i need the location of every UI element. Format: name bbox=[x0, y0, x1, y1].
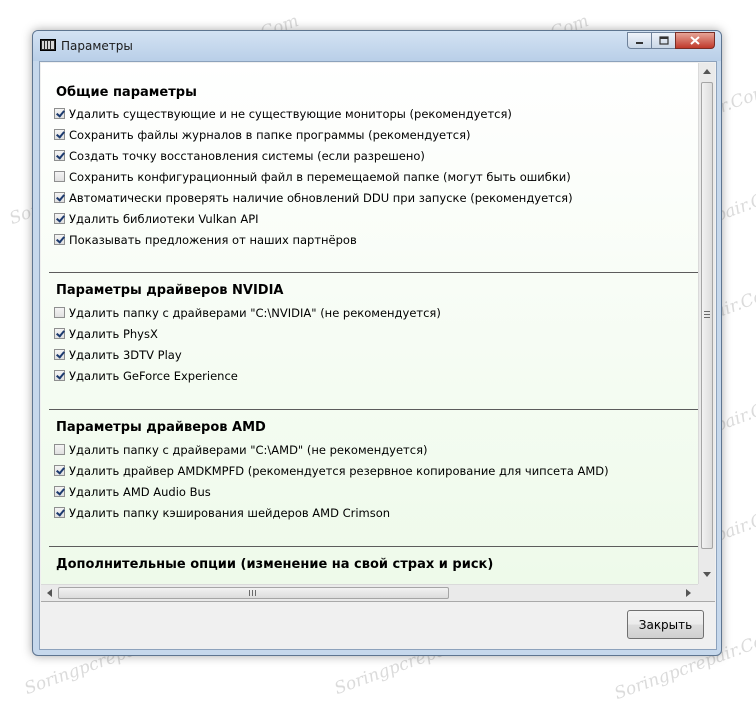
checkbox-box[interactable] bbox=[54, 171, 65, 182]
scroll-up-icon[interactable] bbox=[703, 69, 711, 74]
section-divider bbox=[49, 272, 698, 273]
options-content: Общие параметры Удалить существующие и н… bbox=[41, 63, 698, 584]
client-area: Общие параметры Удалить существующие и н… bbox=[39, 61, 717, 650]
checkbox-show-offers[interactable]: Показывать предложения от наших партнёро… bbox=[54, 231, 357, 248]
checkbox-label: Удалить 3DTV Play bbox=[69, 347, 182, 362]
checkbox-label: Удалить драйвер AMDKMPFD (рекомендуется … bbox=[69, 463, 609, 478]
checkbox-label: Удалить существующие и не существующие м… bbox=[69, 106, 512, 121]
scrollbar-corner bbox=[698, 584, 715, 601]
checkbox-label: Удалить папку с драйверами "C:\NVIDIA" (… bbox=[69, 305, 441, 320]
close-icon bbox=[690, 36, 700, 45]
section-title-nvidia: Параметры драйверов NVIDIA bbox=[56, 283, 284, 298]
checkbox-label: Удалить AMD Audio Bus bbox=[69, 484, 211, 499]
checkbox-save-logs[interactable]: Сохранить файлы журналов в папке програм… bbox=[54, 126, 471, 143]
checkbox-label: Удалить папку с драйверами "C:\AMD" (не … bbox=[69, 442, 428, 457]
settings-window: Параметры Общие параметры Удалить сущест… bbox=[32, 30, 722, 656]
checkbox-box[interactable] bbox=[54, 328, 65, 339]
minimize-button[interactable] bbox=[627, 32, 652, 49]
window-title: Параметры bbox=[61, 39, 133, 53]
checkbox-box[interactable] bbox=[54, 129, 65, 140]
checkbox-box[interactable] bbox=[54, 234, 65, 245]
checkbox-box[interactable] bbox=[54, 108, 65, 119]
checkbox-remove-amdkmpfd[interactable]: Удалить драйвер AMDKMPFD (рекомендуется … bbox=[54, 462, 609, 479]
checkbox-amd-folder[interactable]: Удалить папку с драйверами "C:\AMD" (не … bbox=[54, 441, 428, 458]
section-divider bbox=[49, 546, 698, 547]
checkbox-label: Удалить GeForce Experience bbox=[69, 368, 238, 383]
checkbox-remove-physx[interactable]: Удалить PhysX bbox=[54, 325, 158, 342]
minimize-icon bbox=[636, 41, 643, 44]
checkbox-box[interactable] bbox=[54, 444, 65, 455]
checkbox-box[interactable] bbox=[54, 150, 65, 161]
checkbox-nvidia-folder[interactable]: Удалить папку с драйверами "C:\NVIDIA" (… bbox=[54, 304, 441, 321]
vertical-scrollbar[interactable] bbox=[698, 63, 715, 584]
checkbox-box[interactable] bbox=[54, 486, 65, 497]
checkbox-remove-geforce-experience[interactable]: Удалить GeForce Experience bbox=[54, 367, 238, 384]
scroll-right-icon[interactable] bbox=[686, 589, 691, 597]
checkbox-label: Сохранить файлы журналов в папке програм… bbox=[69, 127, 471, 142]
checkbox-remove-shader-cache[interactable]: Удалить папку кэширования шейдеров AMD C… bbox=[54, 504, 390, 521]
checkbox-remove-vulkan[interactable]: Удалить библиотеки Vulkan API bbox=[54, 210, 259, 227]
close-window-button[interactable] bbox=[675, 32, 715, 49]
checkbox-box[interactable] bbox=[54, 465, 65, 476]
vertical-scroll-thumb[interactable] bbox=[701, 82, 713, 549]
checkbox-label: Сохранить конфигурационный файл в переме… bbox=[69, 169, 571, 184]
checkbox-box[interactable] bbox=[54, 213, 65, 224]
section-title-advanced: Дополнительные опции (изменение на свой … bbox=[56, 557, 494, 572]
horizontal-scrollbar[interactable] bbox=[41, 584, 698, 601]
checkbox-remove-3dtv[interactable]: Удалить 3DTV Play bbox=[54, 346, 182, 363]
checkbox-check-updates[interactable]: Автоматически проверять наличие обновлен… bbox=[54, 189, 573, 206]
checkbox-box[interactable] bbox=[54, 507, 65, 518]
checkbox-box[interactable] bbox=[54, 192, 65, 203]
checkbox-box[interactable] bbox=[54, 349, 65, 360]
checkbox-roaming-config[interactable]: Сохранить конфигурационный файл в переме… bbox=[54, 168, 571, 185]
checkbox-label: Удалить PhysX bbox=[69, 326, 158, 341]
checkbox-remove-amd-audio-bus[interactable]: Удалить AMD Audio Bus bbox=[54, 483, 211, 500]
checkbox-label: Показывать предложения от наших партнёро… bbox=[69, 232, 357, 247]
title-bar[interactable]: Параметры bbox=[33, 31, 721, 61]
horizontal-scroll-thumb[interactable] bbox=[58, 587, 449, 599]
checkbox-box[interactable] bbox=[54, 370, 65, 381]
checkbox-label: Удалить библиотеки Vulkan API bbox=[69, 211, 259, 226]
maximize-icon bbox=[658, 36, 669, 45]
checkbox-label: Создать точку восстановления системы (ес… bbox=[69, 148, 425, 163]
checkbox-box[interactable] bbox=[54, 307, 65, 318]
checkbox-remove-monitors[interactable]: Удалить существующие и не существующие м… bbox=[54, 105, 512, 122]
checkbox-label: Автоматически проверять наличие обновлен… bbox=[69, 190, 573, 205]
app-icon bbox=[40, 39, 56, 51]
checkbox-restore-point[interactable]: Создать точку восстановления системы (ес… bbox=[54, 147, 425, 164]
section-title-general: Общие параметры bbox=[56, 85, 197, 100]
maximize-button[interactable] bbox=[651, 32, 676, 49]
options-scroll-view[interactable]: Общие параметры Удалить существующие и н… bbox=[41, 63, 715, 602]
section-divider bbox=[49, 409, 698, 410]
scroll-left-icon[interactable] bbox=[47, 589, 52, 597]
section-title-amd: Параметры драйверов AMD bbox=[56, 420, 266, 435]
scroll-down-icon[interactable] bbox=[703, 572, 711, 577]
checkbox-label: Удалить папку кэширования шейдеров AMD C… bbox=[69, 505, 391, 520]
close-button[interactable]: Закрыть bbox=[627, 610, 704, 639]
